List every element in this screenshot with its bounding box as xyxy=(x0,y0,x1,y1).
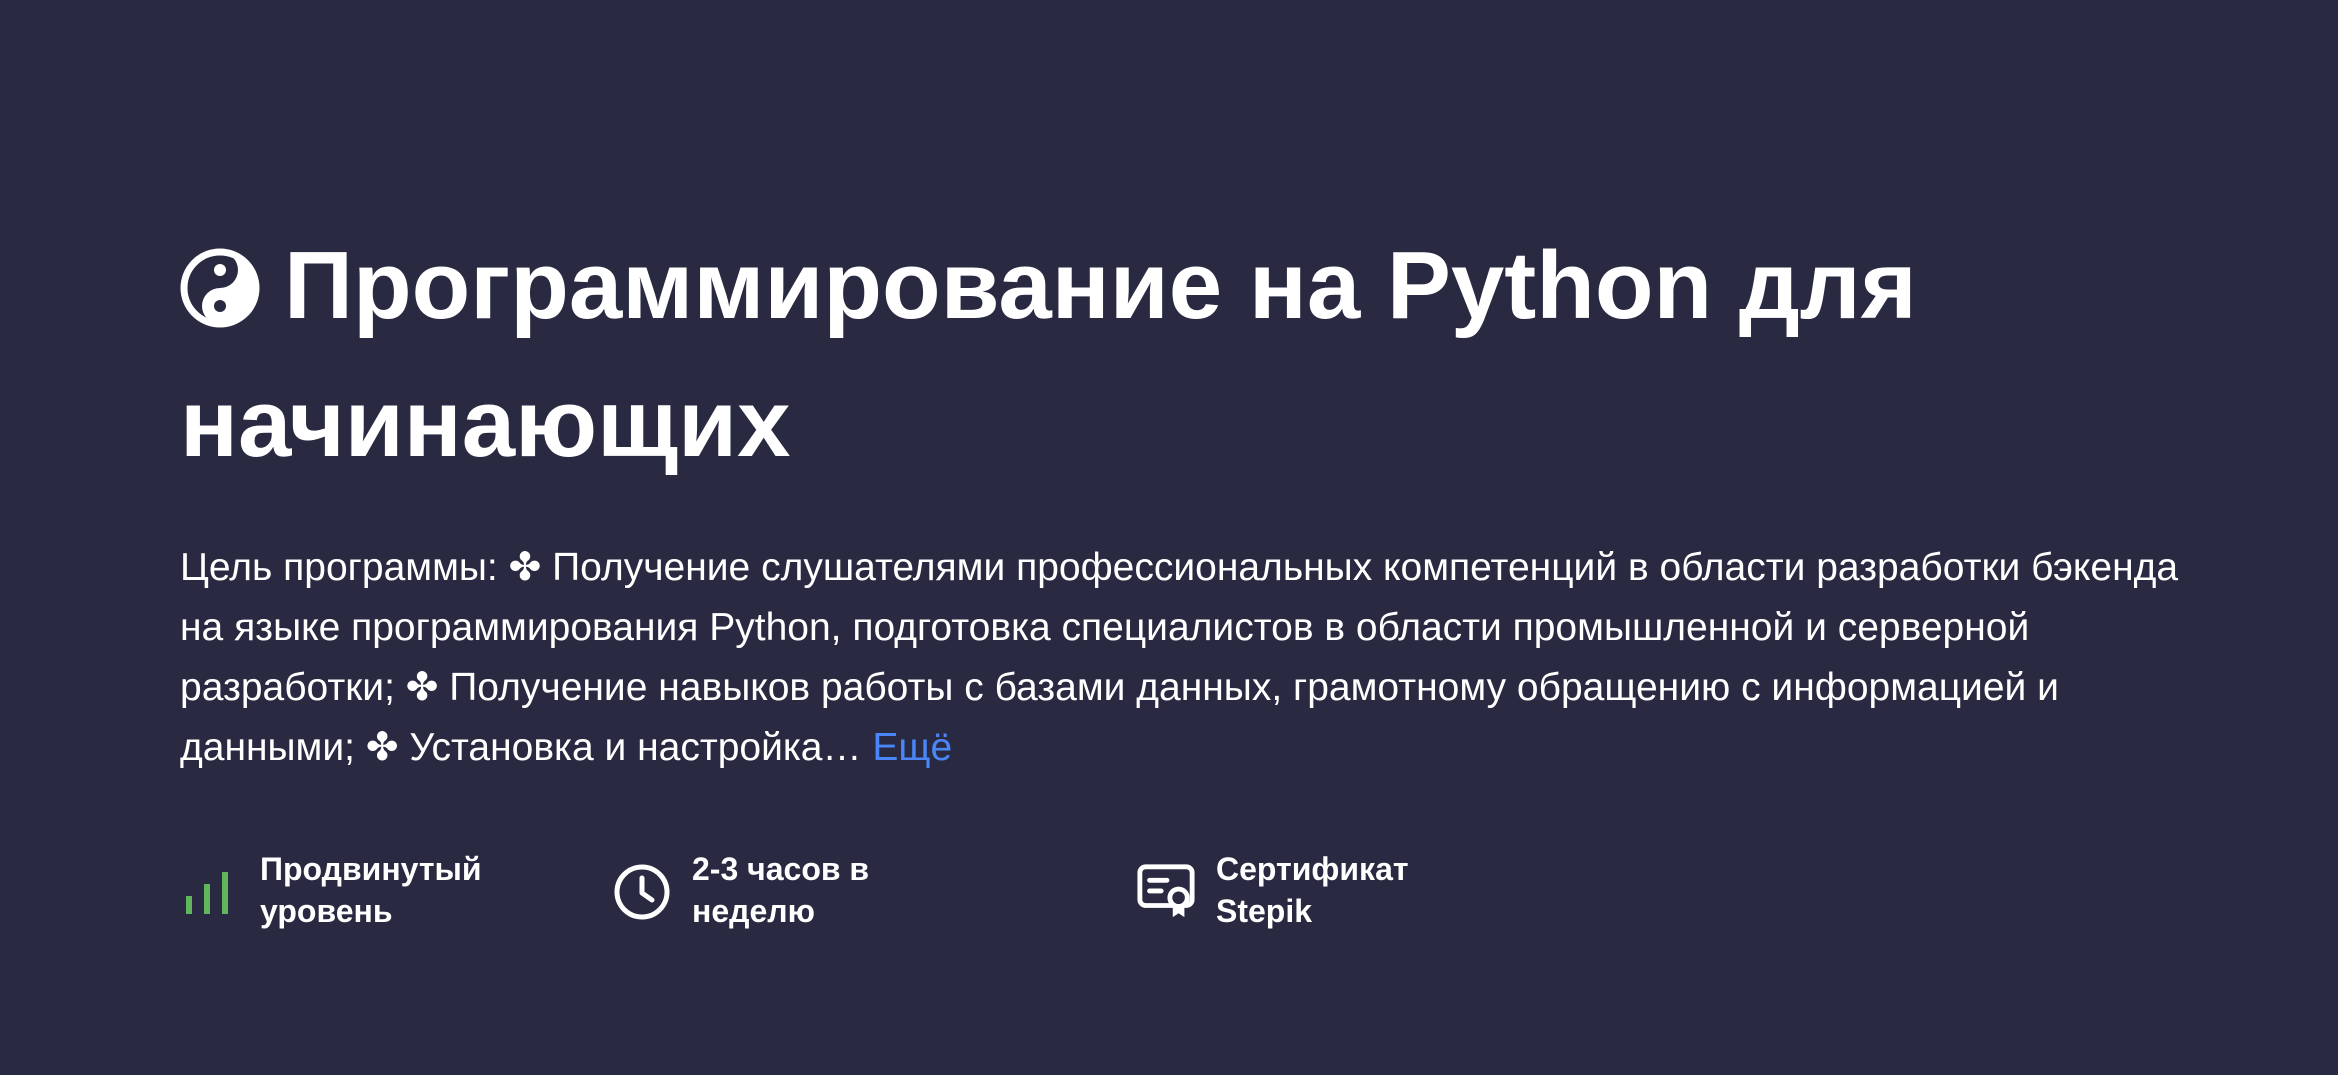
yin-yang-icon xyxy=(180,232,260,360)
feature-time-line2: неделю xyxy=(692,893,815,929)
feature-certificate: Сертификат Stepik xyxy=(1136,848,1516,932)
course-title-text: Программирование на Python для начинающи… xyxy=(180,232,1917,477)
feature-time: 2-3 часов в неделю xyxy=(612,848,992,932)
feature-time-line1: 2-3 часов в xyxy=(692,851,870,887)
feature-level-line2: уровень xyxy=(260,893,393,929)
clock-icon xyxy=(612,860,672,920)
feature-level-text: Продвинутый уровень xyxy=(260,848,560,932)
course-header: Программирование на Python для начинающи… xyxy=(180,222,2180,778)
show-more-link[interactable]: Ещё xyxy=(872,726,952,769)
course-description: Цель программы: ✤ Получение слушателями … xyxy=(180,538,2180,778)
certificate-icon xyxy=(1136,860,1196,920)
feature-certificate-line2: Stepik xyxy=(1216,893,1313,929)
feature-certificate-text: Сертификат Stepik xyxy=(1216,848,1516,932)
feature-time-text: 2-3 часов в неделю xyxy=(692,848,992,932)
feature-level: Продвинутый уровень xyxy=(180,848,560,932)
feature-certificate-line1: Сертификат xyxy=(1216,851,1409,887)
signal-bars-icon xyxy=(180,860,240,920)
course-description-text: Цель программы: ✤ Получение слушателями … xyxy=(180,546,2179,769)
course-hero: Программирование на Python для начинающи… xyxy=(0,0,2338,1075)
feature-level-line1: Продвинутый xyxy=(260,851,482,887)
course-title: Программирование на Python для начинающи… xyxy=(180,222,2180,488)
